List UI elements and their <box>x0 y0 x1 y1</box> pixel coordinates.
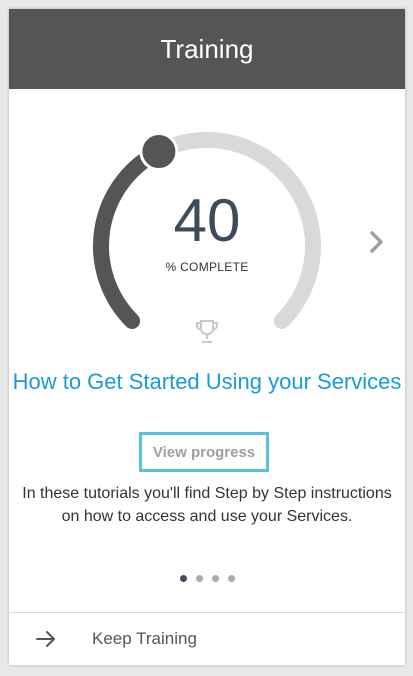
view-progress-label: View progress <box>152 443 256 461</box>
course-description: In these tutorials you'll find Step by S… <box>22 485 392 525</box>
pagination-dots <box>9 575 405 582</box>
progress-gauge: 40 % COMPLETE <box>9 89 405 369</box>
pagination-dot[interactable] <box>195 575 203 582</box>
chevron-right-icon[interactable] <box>367 227 387 257</box>
pagination-dot[interactable] <box>179 575 187 582</box>
training-card: Training 40 % COMPLETE How to Get Starte… <box>9 9 405 665</box>
view-progress-button[interactable]: View progress <box>139 432 269 472</box>
progress-percent: 40 <box>173 187 241 254</box>
keep-training-button[interactable]: Keep Training <box>9 612 405 665</box>
progress-knob <box>139 132 179 172</box>
course-title[interactable]: How to Get Started Using your Services <box>9 365 405 399</box>
pagination-dot[interactable] <box>227 575 235 582</box>
keep-training-label: Keep Training <box>92 629 197 648</box>
card-header: Training <box>9 9 405 89</box>
page-title: Training <box>160 33 254 64</box>
trophy-icon <box>196 320 218 343</box>
arrow-right-icon <box>36 631 55 647</box>
progress-label: % COMPLETE <box>165 260 249 274</box>
pagination-dot[interactable] <box>211 575 219 582</box>
